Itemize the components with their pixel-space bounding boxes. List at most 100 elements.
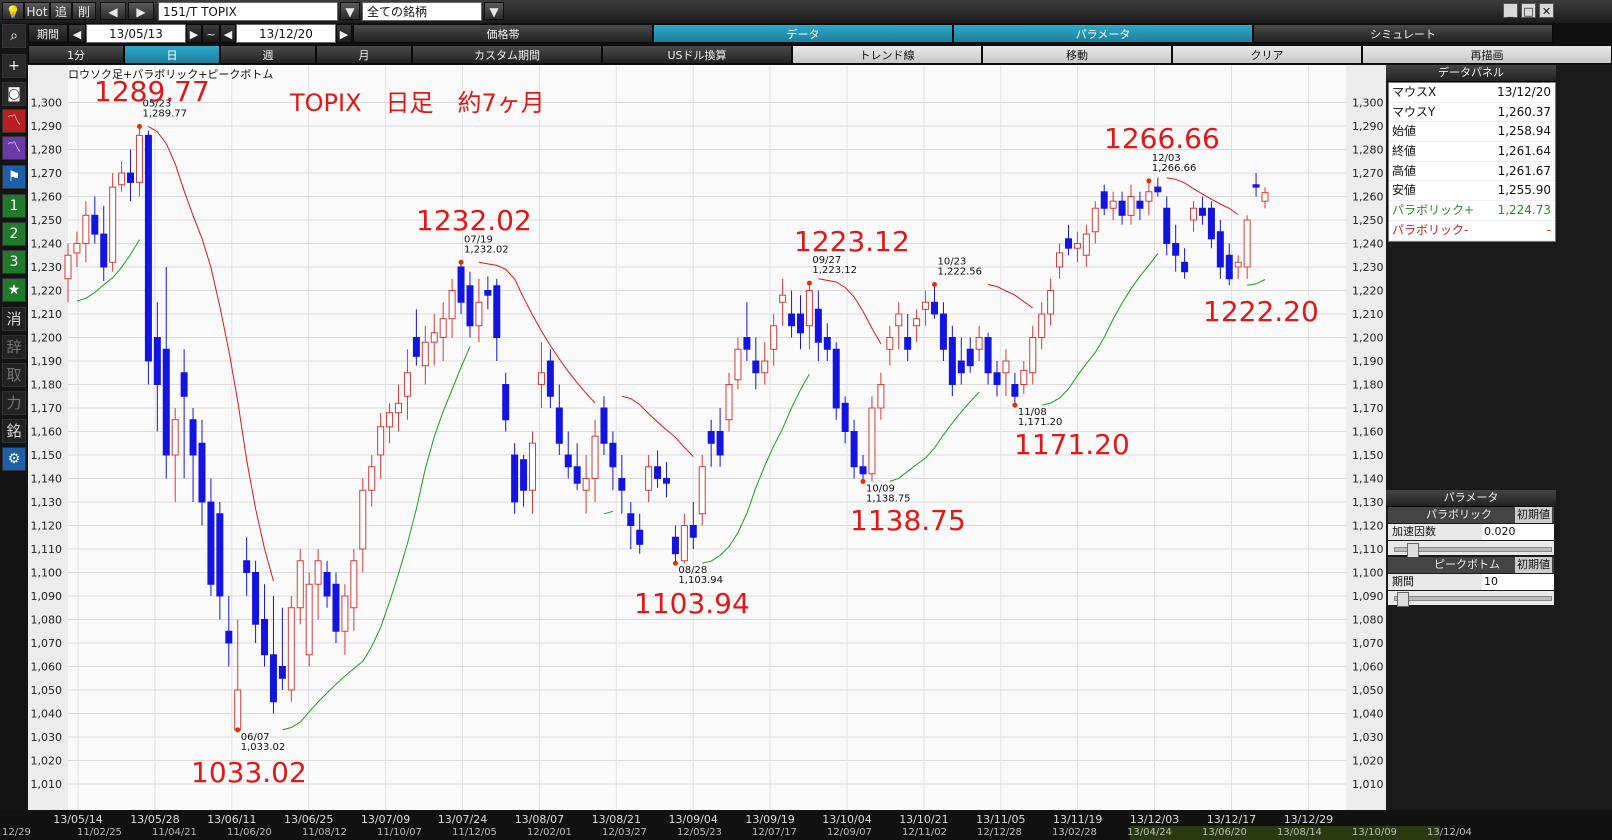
add-icon[interactable]: + (2, 54, 26, 78)
dict-button[interactable]: 辞 (2, 335, 26, 359)
candle-body (850, 431, 858, 468)
chevron-down-icon[interactable]: ▼ (484, 2, 504, 20)
y-tick-label-left: 1,180 (31, 379, 63, 392)
candle-body (189, 419, 197, 456)
star-icon[interactable]: ★ (2, 278, 26, 302)
y-tick-label-left: 1,240 (31, 238, 63, 251)
preset-3-button[interactable]: 3 (2, 250, 26, 274)
y-tick-label-left: 1,150 (31, 449, 63, 462)
candle-body (671, 536, 679, 555)
candle-body (305, 583, 313, 656)
date-from-input[interactable]: 13/05/13 (86, 24, 186, 43)
close-icon[interactable]: ✕ (1539, 3, 1554, 18)
candle-body (225, 630, 233, 644)
candle-body (734, 348, 742, 381)
tab-parameter[interactable]: パラメータ (953, 24, 1253, 43)
bulb-icon[interactable]: 💡 (2, 2, 24, 20)
chevron-down-icon[interactable]: ▼ (340, 2, 360, 20)
peak-value-label: 1,289.77 (142, 109, 187, 120)
y-tick-label-left: 1,020 (31, 755, 63, 768)
accel-slider[interactable] (1394, 543, 1552, 558)
y-tick-label-left: 1,070 (31, 637, 63, 650)
y-tick-label-right: 1,180 (1352, 379, 1384, 392)
tab-simulate[interactable]: シミュレート (1253, 24, 1553, 43)
y-tick-label-right: 1,230 (1352, 261, 1384, 274)
prev-icon[interactable]: ◀ (100, 2, 126, 20)
gear-icon[interactable]: ⚙ (2, 447, 26, 471)
tab-1min[interactable]: 1分 (28, 45, 124, 64)
next-date-icon[interactable]: ▶ (336, 24, 352, 43)
next-date-icon[interactable]: ▶ (186, 24, 202, 43)
candle-body (162, 348, 170, 456)
tab-price-band[interactable]: 価格帯 (353, 24, 653, 43)
candle-body (368, 466, 376, 491)
candle-body (234, 689, 242, 731)
price-chart[interactable]: 1,300 1,300 1,290 1,290 1,280 1,280 1,270 1,270… (28, 65, 1386, 810)
accel-input[interactable]: 0.020 (1482, 524, 1554, 540)
candle-body (91, 214, 99, 235)
parabolic-init-button[interactable]: 初期値 (1515, 507, 1552, 523)
tab-data[interactable]: データ (653, 24, 953, 43)
maximize-icon[interactable]: □ (1521, 3, 1536, 18)
peak-annotation: 1289.77 (94, 75, 210, 108)
camera-icon[interactable]: ◙ (2, 82, 26, 106)
period-slider[interactable] (1394, 592, 1552, 607)
tab-weekly[interactable]: 週 (220, 45, 316, 64)
trendline-button[interactable]: トレンド線 (792, 45, 982, 64)
preset-2-button[interactable]: 2 (2, 222, 26, 246)
redraw-button[interactable]: 再描画 (1362, 45, 1612, 64)
candle-body (1154, 186, 1162, 193)
candle-body (457, 266, 465, 303)
prev-date-icon[interactable]: ◀ (68, 24, 86, 43)
candle-body (1261, 192, 1269, 202)
universe-select[interactable]: 全ての銘柄 (362, 2, 482, 21)
next-icon[interactable]: ▶ (128, 2, 154, 20)
take-button[interactable]: 取 (2, 363, 26, 387)
y-tick-label-left: 1,260 (31, 191, 63, 204)
peakbottom-header: ピークボトム 初期値 (1388, 557, 1554, 573)
candle-body (1145, 191, 1153, 202)
navigator-date-label: 12/02/01 (527, 827, 572, 838)
prev-date-icon[interactable]: ◀ (220, 24, 236, 43)
bottom-value-label: 1,033.02 (241, 742, 286, 753)
accel-slider-knob[interactable] (1407, 543, 1419, 558)
tab-monthly[interactable]: 月 (316, 45, 412, 64)
preset-1-button[interactable]: 1 (2, 194, 26, 218)
y-tick-label-left: 1,090 (31, 590, 63, 603)
candle-body (859, 466, 867, 475)
flag-icon[interactable]: ⚑ (2, 165, 26, 189)
peakbottom-init-button[interactable]: 初期値 (1515, 557, 1552, 573)
minimize-icon[interactable]: _ (1503, 3, 1518, 18)
chart-red-icon[interactable]: 〽 (2, 109, 26, 133)
date-to-input[interactable]: 13/12/20 (236, 24, 336, 43)
x-tick-label: 13/12/03 (1130, 813, 1179, 826)
clear-button[interactable]: クリア (1172, 45, 1362, 64)
usd-convert-button[interactable]: USドル換算 (602, 45, 792, 64)
bottom-value-label: 1,103.94 (678, 575, 723, 586)
move-button[interactable]: 移動 (982, 45, 1172, 64)
add-button[interactable]: 追 (50, 2, 72, 20)
chart-purple-icon[interactable]: 〽 (2, 136, 26, 160)
symbol-input[interactable]: 151/T TOPIX (158, 2, 338, 21)
candle-body (1038, 313, 1046, 338)
candle-body (127, 172, 135, 183)
chart-svg[interactable]: 1,300 1,300 1,290 1,290 1,280 1,280 1,270 1,270… (28, 65, 1386, 810)
candle-body (448, 290, 456, 320)
delete-button[interactable]: 削 (72, 2, 96, 20)
peak-marker (1146, 178, 1152, 184)
data-row-low: 安値 1,255.90 (1389, 181, 1555, 202)
power-button[interactable]: 力 (2, 391, 26, 415)
tab-daily[interactable]: 日 (124, 45, 220, 64)
hot-button[interactable]: Hot (24, 2, 50, 20)
erase-button[interactable]: 消 (2, 307, 26, 331)
bottom-annotation: 1103.94 (634, 587, 750, 620)
period-input[interactable]: 10 (1482, 574, 1554, 590)
candle-body (957, 360, 965, 374)
period-slider-knob[interactable] (1397, 592, 1409, 607)
stock-button[interactable]: 銘 (2, 419, 26, 443)
candle-body (895, 313, 903, 327)
tab-custom-period[interactable]: カスタム期間 (412, 45, 602, 64)
search-icon[interactable]: ⌕ (2, 24, 26, 48)
candle-body (1064, 238, 1072, 249)
candle-body (1198, 207, 1206, 216)
